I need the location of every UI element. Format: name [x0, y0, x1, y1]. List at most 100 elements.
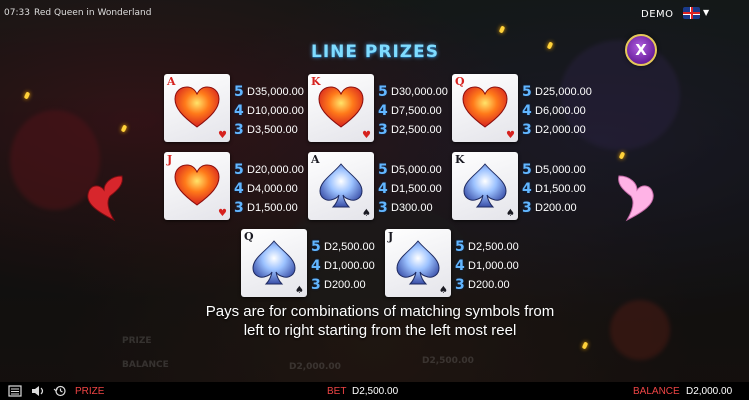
pay-count: 3: [455, 276, 465, 293]
pay-value: D1,000.00: [324, 259, 375, 272]
pay-row: 3 D2,000.00: [522, 120, 622, 139]
pay-count: 5: [234, 83, 244, 100]
pay-row: 5 D25,000.00: [522, 82, 622, 101]
pay-value: D10,000.00: [247, 104, 304, 117]
balance-value: D2,000.00: [686, 386, 733, 397]
spade-icon: [319, 163, 363, 208]
pay-count: 3: [311, 276, 321, 293]
pays-note-line2: left to right starting from the left mos…: [243, 322, 517, 339]
heart-icon: [174, 164, 220, 206]
pay-row: 3 D200.00: [455, 275, 555, 294]
panel-title: LINE PRIZES: [311, 42, 439, 62]
pay-count: 4: [522, 180, 532, 197]
paytable-j-spade: 5 D2,500.00 4 D1,000.00 3 D200.00: [455, 237, 555, 294]
pay-count: 3: [378, 199, 388, 216]
pay-value: D1,000.00: [468, 259, 519, 272]
bottom-bar: PRIZE BET D2,500.00 BALANCE D2,000.00: [0, 382, 749, 400]
pays-note: Pays are for combinations of matching sy…: [150, 302, 610, 340]
pays-note-line1: Pays are for combinations of matching sy…: [205, 303, 555, 320]
pay-count: 4: [378, 102, 388, 119]
bet-label: BET: [327, 386, 347, 397]
pay-value: D20,000.00: [247, 163, 304, 176]
pay-value: D7,500.00: [391, 104, 442, 117]
symbol-card-j-spade: J ♠: [385, 229, 451, 297]
spade-suit-icon: ♠: [506, 208, 515, 219]
close-button[interactable]: X: [625, 34, 657, 66]
top-bar: 07:33 Red Queen in Wonderland DEMO ▼: [0, 0, 749, 26]
pay-count: 4: [234, 180, 244, 197]
pay-value: D1,500.00: [535, 182, 586, 195]
pay-value: D6,000.00: [535, 104, 586, 117]
pay-count: 5: [378, 161, 388, 178]
heart-suit-icon: ♥: [506, 130, 515, 141]
pay-row: 4 D1,500.00: [522, 179, 622, 198]
pay-value: D35,000.00: [247, 85, 304, 98]
symbol-card-k-heart: K ♥: [308, 74, 374, 142]
pay-row: 4 D6,000.00: [522, 101, 622, 120]
next-page-button[interactable]: [617, 172, 657, 222]
pay-value: D2,500.00: [324, 240, 375, 253]
heart-suit-icon: ♥: [218, 208, 227, 219]
pay-value: D2,500.00: [391, 123, 442, 136]
pay-value: D4,000.00: [247, 182, 298, 195]
pay-row: 3 D200.00: [522, 198, 622, 217]
pay-value: D5,000.00: [391, 163, 442, 176]
pay-count: 3: [522, 121, 532, 138]
pay-value: D30,000.00: [391, 85, 448, 98]
previous-page-button[interactable]: [84, 172, 124, 222]
spade-icon: [463, 163, 507, 208]
pay-count: 5: [311, 238, 321, 255]
history-icon[interactable]: [53, 385, 67, 397]
pay-count: 5: [522, 83, 532, 100]
pay-value: D1,500.00: [247, 201, 298, 214]
uk-flag-icon[interactable]: [683, 7, 700, 19]
pay-value: D25,000.00: [535, 85, 592, 98]
pay-value: D200.00: [324, 278, 366, 291]
pay-value: D300.00: [391, 201, 433, 214]
spade-suit-icon: ♠: [439, 285, 448, 296]
pay-value: D3,500.00: [247, 123, 298, 136]
pay-value: D2,500.00: [468, 240, 519, 253]
pay-count: 5: [378, 83, 388, 100]
paytable-q-heart: 5 D25,000.00 4 D6,000.00 3 D2,000.00: [522, 82, 622, 139]
prize-label: PRIZE: [75, 386, 105, 397]
pay-count: 4: [311, 257, 321, 274]
heart-suit-icon: ♥: [362, 130, 371, 141]
pay-count: 3: [234, 199, 244, 216]
demo-badge: DEMO: [641, 9, 674, 20]
pay-value: D2,000.00: [535, 123, 586, 136]
close-icon: X: [635, 41, 647, 59]
spade-suit-icon: ♠: [362, 208, 371, 219]
pay-count: 3: [522, 199, 532, 216]
symbol-card-j-heart: J ♥: [164, 152, 230, 220]
pay-count: 3: [378, 121, 388, 138]
symbol-card-q-heart: Q ♥: [452, 74, 518, 142]
pay-count: 4: [378, 180, 388, 197]
sound-icon[interactable]: [31, 385, 45, 397]
chevron-down-icon[interactable]: ▼: [703, 8, 709, 17]
pay-value: D200.00: [535, 201, 577, 214]
heart-icon: [462, 86, 508, 128]
pay-count: 4: [522, 102, 532, 119]
symbol-card-k-spade: K ♠: [452, 152, 518, 220]
pay-row: 4 D1,000.00: [455, 256, 555, 275]
paytable-k-spade: 5 D5,000.00 4 D1,500.00 3 D200.00: [522, 160, 622, 217]
pay-count: 5: [455, 238, 465, 255]
heart-icon: [318, 86, 364, 128]
game-title: Red Queen in Wonderland: [34, 8, 152, 18]
spade-icon: [396, 240, 440, 285]
pay-count: 5: [234, 161, 244, 178]
spade-suit-icon: ♠: [295, 285, 304, 296]
menu-icon[interactable]: [8, 385, 22, 397]
spade-icon: [252, 240, 296, 285]
bet-value: D2,500.00: [352, 386, 399, 397]
clock: 07:33: [4, 8, 30, 18]
symbol-card-a-heart: A ♥: [164, 74, 230, 142]
pay-value: D200.00: [468, 278, 510, 291]
pay-value: D5,000.00: [535, 163, 586, 176]
pay-count: 5: [522, 161, 532, 178]
pay-count: 4: [234, 102, 244, 119]
pay-row: 5 D5,000.00: [522, 160, 622, 179]
pay-count: 3: [234, 121, 244, 138]
heart-icon: [174, 86, 220, 128]
